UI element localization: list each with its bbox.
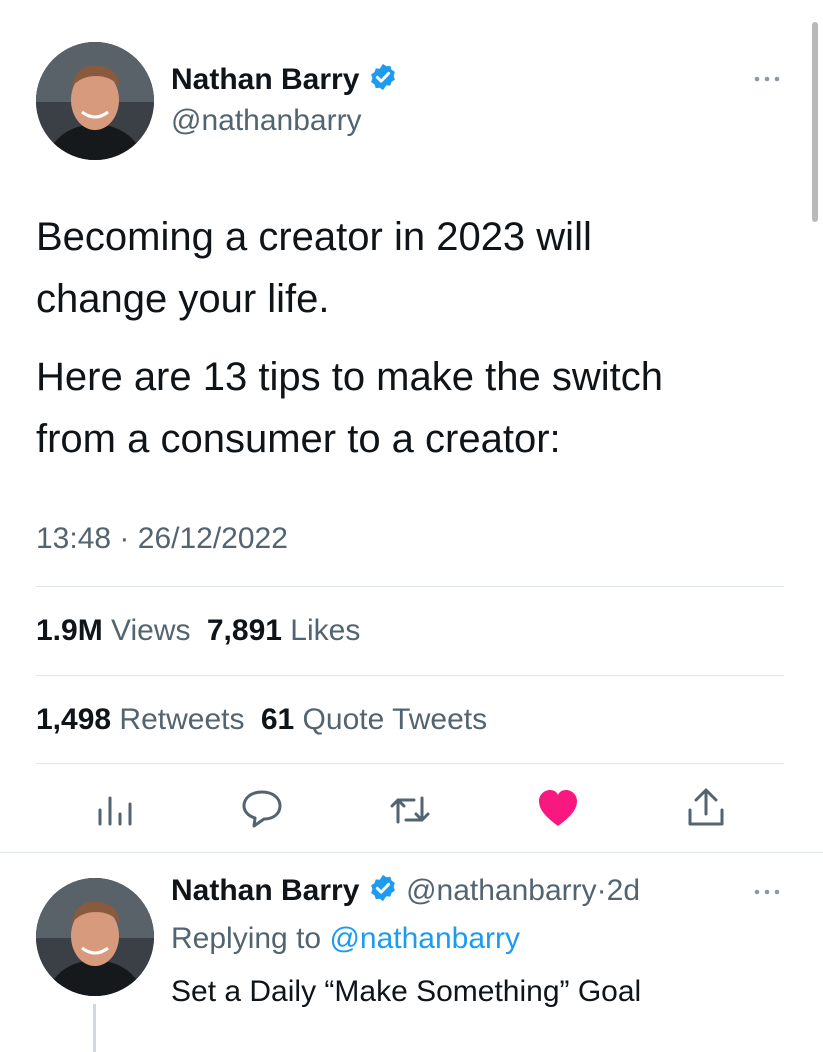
reply-author-name[interactable]: Nathan Barry — [171, 874, 359, 907]
divider — [0, 852, 823, 853]
tweet-timestamp[interactable]: 13:48 · 26/12/2022 — [36, 522, 288, 556]
verified-badge-icon — [368, 62, 398, 100]
tweet-time[interactable]: 13:48 — [36, 522, 111, 555]
author-name-text[interactable]: Nathan Barry — [171, 63, 359, 96]
quote-tweets-count: 61 — [260, 703, 295, 736]
author-name[interactable]: Nathan Barry — [171, 62, 398, 100]
replying-to-label: Replying to — [171, 922, 322, 955]
tweet-date[interactable]: 26/12/2022 — [138, 522, 288, 555]
views-label: Views — [111, 614, 191, 647]
meta-separator: · — [596, 873, 607, 907]
tweet-line: Becoming a creator in 2023 will — [36, 215, 592, 259]
divider — [36, 763, 784, 764]
divider — [36, 586, 784, 587]
reply-text: Set a Daily “Make Something” Goal — [171, 975, 642, 1008]
reply-icon[interactable] — [240, 786, 284, 830]
replying-to: Replying to @nathanbarry — [171, 922, 520, 956]
replying-to-link[interactable]: @nathanbarry — [329, 922, 520, 955]
author-handle[interactable]: @nathanbarry — [171, 104, 362, 138]
divider — [36, 675, 784, 676]
author-avatar[interactable] — [36, 42, 154, 160]
stats-row-views-likes: 1.9M Views 7,891 Likes — [36, 614, 360, 648]
tweet-line: change your life. — [36, 277, 330, 321]
retweets-stat[interactable]: 1,498 Retweets — [36, 703, 253, 736]
thread-connector-line — [93, 1004, 96, 1052]
reply-author-row: Nathan Barry @nathanbarry·2d — [171, 873, 640, 911]
quote-tweets-stat[interactable]: 61 Quote Tweets — [261, 703, 487, 736]
verified-badge-icon — [368, 873, 398, 911]
reply-author-avatar[interactable] — [36, 878, 154, 996]
meta-separator: · — [119, 522, 130, 555]
retweet-icon[interactable] — [388, 788, 432, 832]
likes-label: Likes — [290, 614, 361, 647]
stats-row-retweets-quotes: 1,498 Retweets 61 Quote Tweets — [36, 703, 487, 737]
views-count: 1.9M — [36, 614, 103, 647]
likes-count: 7,891 — [206, 614, 282, 647]
views-stat[interactable]: 1.9M Views — [36, 614, 199, 647]
retweets-label: Retweets — [119, 703, 245, 736]
likes-stat[interactable]: 7,891 Likes — [207, 614, 360, 647]
more-options-icon[interactable] — [752, 72, 782, 86]
tweet-line: from a consumer to a creator: — [36, 417, 561, 461]
reply-age[interactable]: 2d — [607, 874, 640, 907]
analytics-icon[interactable] — [94, 788, 138, 832]
more-options-icon[interactable] — [752, 885, 782, 899]
share-icon[interactable] — [684, 786, 728, 830]
scrollbar[interactable] — [812, 22, 818, 222]
retweets-count: 1,498 — [36, 703, 112, 736]
like-icon[interactable] — [536, 786, 580, 830]
tweet-line: Here are 13 tips to make the switch — [36, 355, 663, 399]
tweet-text: Becoming a creator in 2023 will change y… — [36, 206, 796, 470]
quote-tweets-label: Quote Tweets — [302, 703, 488, 736]
reply-author-handle[interactable]: @nathanbarry — [406, 874, 597, 907]
